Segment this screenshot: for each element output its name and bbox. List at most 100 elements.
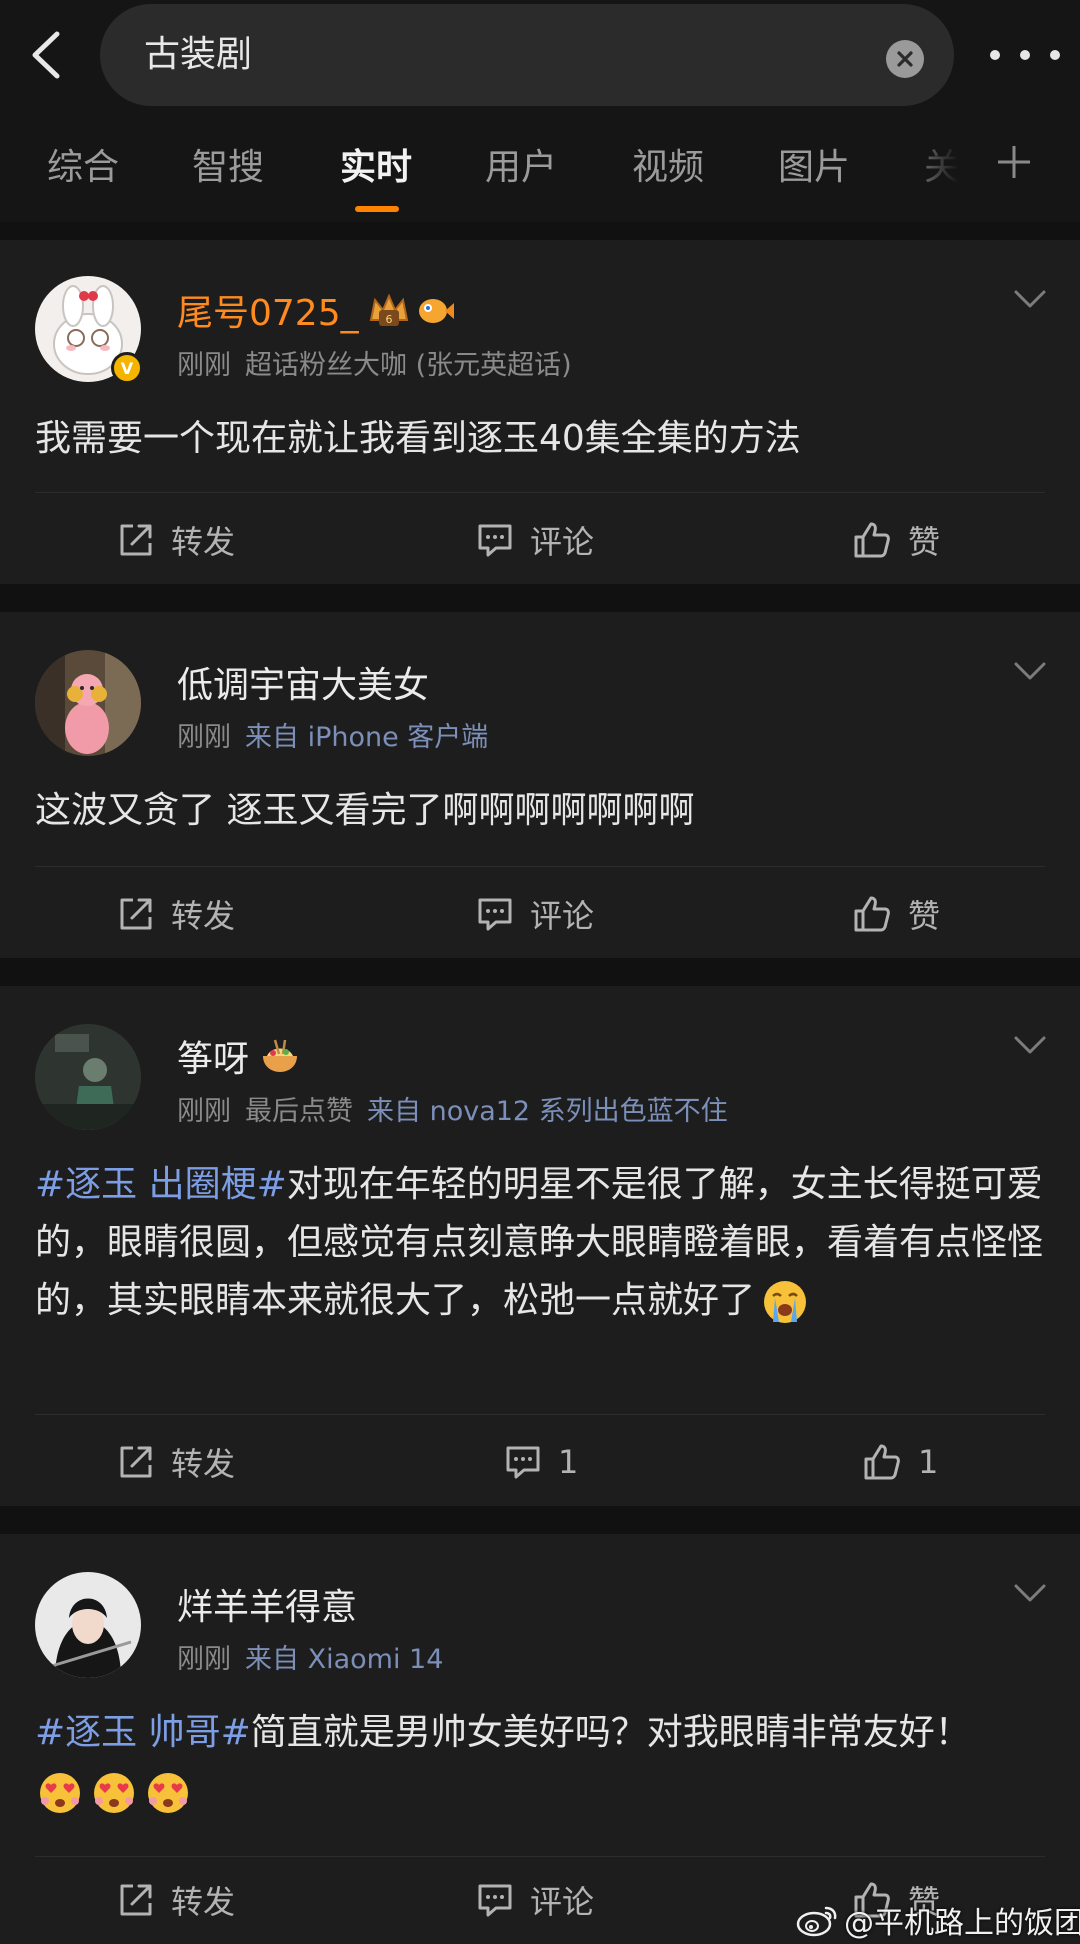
tab-smart-search[interactable]: 智搜 (192, 138, 264, 190)
crown-badge-icon: 6 (369, 293, 408, 326)
last-liked: 最后点赞 (245, 1096, 353, 1127)
comment-icon (478, 1884, 512, 1917)
back-arrow-icon (32, 31, 60, 79)
verified-badge-icon: V (111, 352, 143, 384)
post-card[interactable]: 筝呀 刚刚 最后点赞 来自 nova12 系列出色蓝不住 #逐玉 出圈梗#对现在年轻… (0, 986, 1080, 1506)
post-content: 我需要一个现在就让我看到逐玉40集全集的方法 (35, 410, 1045, 468)
avatar-image (35, 650, 141, 756)
like-label: 赞 (908, 897, 941, 935)
plus-icon (998, 146, 1030, 178)
topic-link[interactable]: #逐玉 出圈梗# (35, 1164, 287, 1205)
post-actions: 转发 评论 赞 (0, 878, 1080, 950)
username-text: 筝呀 (177, 1039, 250, 1080)
divider (35, 1856, 1045, 1857)
post-time: 刚刚 (177, 350, 231, 381)
fish-badge-icon (418, 299, 454, 323)
post-card[interactable]: V 尾号0725_ 6 刚刚 超话粉丝大咖 (张元英超话) 我需要一个现在就让我看… (0, 240, 1080, 584)
watermark: @平机路上的饭团 (796, 1898, 1080, 1942)
post-meta: 刚刚 来自 Xiaomi 14 (177, 1637, 443, 1676)
chevron-down-icon[interactable] (1013, 288, 1047, 310)
post-text: 这波又贪了 逐玉又看完了啊啊啊啊啊啊啊 (35, 790, 695, 831)
post-meta: 刚刚 最后点赞 来自 nova12 系列出色蓝不住 (177, 1089, 728, 1128)
post-text: 我需要一个现在就让我看到逐玉40集全集的方法 (35, 418, 801, 459)
heart-eyes-icon (40, 1773, 80, 1813)
post-time: 刚刚 (177, 722, 231, 753)
post-content: #逐玉 帅哥#简直就是男帅女美好吗？对我眼睛非常友好！ (35, 1704, 995, 1820)
topic-link[interactable]: #逐玉 帅哥# (35, 1712, 251, 1753)
chevron-down-icon[interactable] (1013, 660, 1047, 682)
search-query-text: 古装剧 (144, 34, 253, 75)
tab-realtime[interactable]: 实时 (340, 138, 412, 190)
divider (35, 866, 1045, 867)
tab-comprehensive[interactable]: 综合 (47, 138, 119, 190)
clear-search-button[interactable] (886, 40, 924, 78)
post-meta: 刚刚 超话粉丝大咖 (张元英超话) (177, 343, 572, 382)
post-card[interactable]: 低调宇宙大美女 刚刚 来自 iPhone 客户端 这波又贪了 逐玉又看完了啊啊啊啊… (0, 612, 1080, 958)
post-actions: 转发 1 1 (0, 1426, 1080, 1498)
repost-label: 转发 (171, 1445, 236, 1483)
post-card[interactable]: 烊羊羊得意 刚刚 来自 Xiaomi 14 #逐玉 帅哥#简直就是男帅女美好吗？对… (0, 1534, 1080, 1944)
comment-label: 评论 (530, 1883, 595, 1921)
like-button[interactable]: 1 (862, 1426, 938, 1498)
post-content: 这波又贪了 逐玉又看完了啊啊啊啊啊啊啊 (35, 782, 1045, 840)
repost-button[interactable]: 转发 (117, 504, 235, 576)
more-dot-icon (1020, 50, 1030, 60)
chevron-down-icon[interactable] (1013, 1034, 1047, 1056)
tab-users[interactable]: 用户 (485, 138, 557, 190)
back-button[interactable] (18, 22, 74, 88)
avatar[interactable] (35, 1024, 141, 1130)
like-button[interactable]: 赞 (852, 878, 940, 950)
comment-button[interactable]: 评论 (476, 878, 594, 950)
repost-button[interactable]: 转发 (117, 1426, 235, 1498)
username[interactable]: 低调宇宙大美女 (177, 656, 429, 708)
post-content: #逐玉 出圈梗#对现在年轻的明星不是很了解，女主长得挺可爱的，眼睛很圆，但感觉有… (35, 1156, 1045, 1330)
post-meta: 刚刚 来自 iPhone 客户端 (177, 715, 488, 754)
comment-button[interactable]: 1 (504, 1426, 578, 1498)
top-bar: 古装剧 (0, 0, 1080, 110)
comment-button[interactable]: 评论 (476, 504, 594, 576)
chevron-down-icon[interactable] (1013, 1582, 1047, 1604)
active-tab-indicator (355, 206, 399, 212)
repost-button[interactable]: 转发 (117, 878, 235, 950)
username-text: 低调宇宙大美女 (177, 665, 430, 706)
repost-button[interactable]: 转发 (117, 1864, 235, 1936)
heart-eyes-icon (94, 1773, 134, 1813)
more-dot-icon (990, 50, 1000, 60)
repost-label: 转发 (171, 897, 236, 935)
avatar-image (35, 1572, 141, 1678)
add-tab-button[interactable] (988, 132, 1040, 192)
post-source: 来自 iPhone 客户端 (245, 722, 489, 753)
avatar[interactable] (35, 1572, 141, 1678)
username-text: 烊羊羊得意 (177, 1587, 358, 1628)
comment-count: 1 (558, 1443, 579, 1481)
post-actions: 转发 评论 赞 (0, 504, 1080, 576)
tab-images[interactable]: 图片 (778, 138, 850, 190)
more-options-button[interactable] (984, 30, 1066, 80)
username[interactable]: 尾号0725_ 6 (177, 284, 455, 336)
comment-button[interactable]: 评论 (476, 1864, 594, 1936)
thumbs-up-icon (864, 1444, 900, 1480)
like-button[interactable]: 赞 (852, 504, 940, 576)
post-text: 简直就是男帅女美好吗？对我眼睛非常友好！ (250, 1712, 971, 1753)
username[interactable]: 烊羊羊得意 (177, 1578, 357, 1630)
avatar[interactable]: V (35, 276, 143, 384)
noodle-bowl-icon (263, 1039, 298, 1072)
divider (35, 1414, 1045, 1415)
post-source: 来自 nova12 系列出色蓝不住 (367, 1096, 728, 1127)
username[interactable]: 筝呀 (177, 1030, 301, 1082)
divider (35, 492, 1045, 493)
avatar-image (35, 1024, 141, 1130)
more-dot-icon (1050, 50, 1060, 60)
repost-icon (120, 1446, 152, 1478)
search-tabs: 综合 智搜 实时 用户 视频 图片 关 (0, 110, 1080, 222)
search-input[interactable]: 古装剧 (100, 4, 954, 106)
tab-video[interactable]: 视频 (632, 138, 704, 190)
close-icon (897, 51, 913, 67)
tab-fade-overlay (900, 110, 978, 222)
repost-icon (120, 1884, 152, 1916)
comment-icon (478, 524, 512, 557)
svg-text:6: 6 (385, 313, 392, 326)
avatar[interactable] (35, 650, 141, 756)
username-text: 尾号0725_ (177, 293, 359, 334)
post-source: 来自 Xiaomi 14 (245, 1644, 444, 1675)
